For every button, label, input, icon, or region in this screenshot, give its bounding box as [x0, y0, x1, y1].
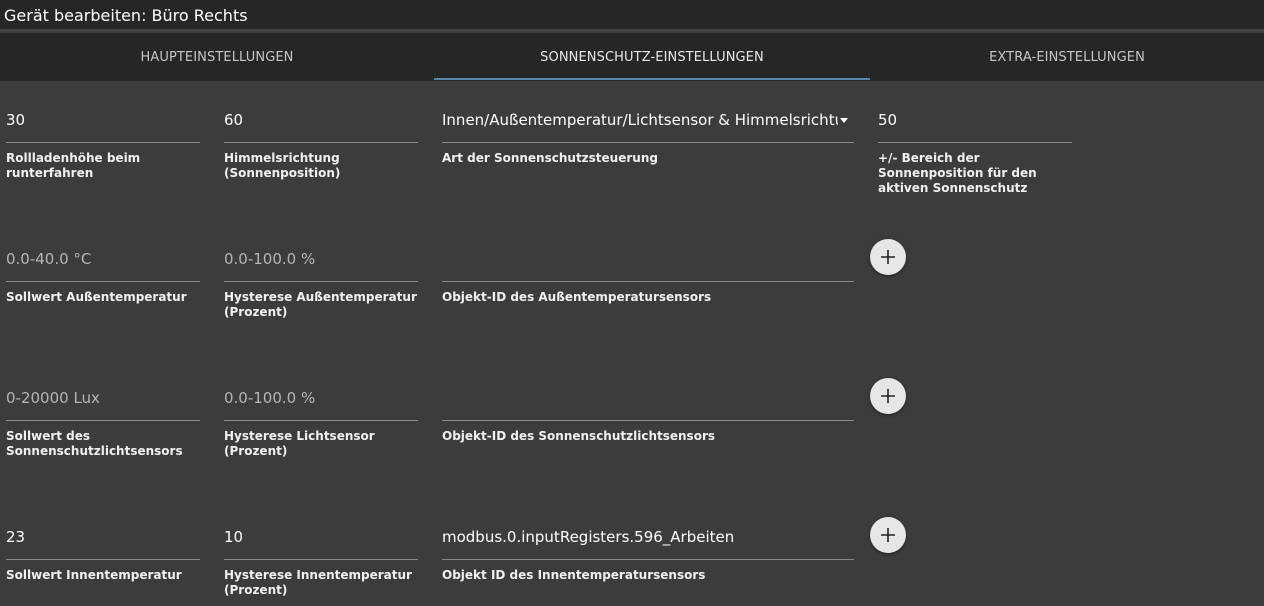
input-underline [878, 142, 1072, 143]
active-tab-indicator [434, 78, 870, 80]
input-underline [224, 281, 418, 282]
title-bar: Gerät bearbeiten: Büro Rechts [0, 0, 1264, 31]
hysterese-innentemperatur-input[interactable]: 10 [224, 523, 418, 551]
himmelsrichtung-field[interactable]: 60 Himmelsrichtung (Sonnenposition) [224, 106, 418, 186]
sollwert-lichtsensor-input[interactable]: 0-20000 Lux [6, 384, 200, 412]
input-underline [6, 420, 200, 421]
input-underline [6, 142, 200, 143]
hysterese-aussentemperatur-label: Hysterese Außentemperatur (Prozent) [224, 290, 417, 319]
input-underline [6, 559, 200, 560]
sonnenschutzsteuerung-field[interactable]: Innen/Außentemperatur/Lichtsensor & Himm… [442, 106, 854, 186]
sonnenschutzsteuerung-label: Art der Sonnenschutzsteuerung [442, 151, 658, 165]
lichtsensor-id-field[interactable]: Objekt-ID des Sonnenschutzlichtsensors [442, 384, 854, 464]
tab-sonnenschutz-einstellungen[interactable]: SONNENSCHUTZ-EINSTELLUNGEN [434, 33, 870, 81]
input-underline [224, 559, 418, 560]
himmelsrichtung-input[interactable]: 60 [224, 106, 418, 134]
plus-icon [881, 250, 895, 264]
input-underline [442, 142, 854, 143]
aussentemperatursensor-id-label: Objekt-ID des Außentemperatursensors [442, 290, 712, 304]
dialog-title: Gerät bearbeiten: Büro Rechts [4, 6, 248, 25]
rollladenhoehe-input[interactable]: 30 [6, 106, 200, 134]
hysterese-innentemperatur-label: Hysterese Innentemperatur (Prozent) [224, 568, 412, 597]
hysterese-lichtsensor-input[interactable]: 0.0-100.0 % [224, 384, 418, 412]
caret-down-icon[interactable] [840, 118, 848, 123]
hysterese-lichtsensor-field[interactable]: 0.0-100.0 % Hysterese Lichtsensor (Proze… [224, 384, 418, 464]
innentemperatursensor-id-input[interactable]: modbus.0.inputRegisters.596_Arbeiten [442, 523, 854, 551]
input-underline [224, 142, 418, 143]
input-underline [442, 420, 854, 421]
input-underline [442, 281, 854, 282]
plus-icon [881, 528, 895, 542]
input-underline [442, 559, 854, 560]
add-lichtsensor-button[interactable] [870, 378, 906, 414]
hysterese-aussentemperatur-input[interactable]: 0.0-100.0 % [224, 245, 418, 273]
sollwert-aussentemperatur-field[interactable]: 0.0-40.0 °C Sollwert Außentemperatur [6, 245, 200, 325]
tab-extra-einstellungen[interactable]: EXTRA-EINSTELLUNGEN [870, 33, 1264, 81]
tab-bar: HAUPTEINSTELLUNGEN SONNENSCHUTZ-EINSTELL… [0, 33, 1264, 81]
input-underline [6, 281, 200, 282]
sollwert-aussentemperatur-input[interactable]: 0.0-40.0 °C [6, 245, 200, 273]
input-underline [224, 420, 418, 421]
plus-icon [881, 389, 895, 403]
himmelsrichtung-label: Himmelsrichtung (Sonnenposition) [224, 151, 341, 180]
sollwert-lichtsensor-field[interactable]: 0-20000 Lux Sollwert des Sonnenschutzlic… [6, 384, 200, 464]
tab-haupteinstellungen[interactable]: HAUPTEINSTELLUNGEN [0, 33, 434, 81]
hysterese-innentemperatur-field[interactable]: 10 Hysterese Innentemperatur (Prozent) [224, 523, 418, 603]
sollwert-innentemperatur-input[interactable]: 23 [6, 523, 200, 551]
innentemperatursensor-id-field[interactable]: modbus.0.inputRegisters.596_Arbeiten Obj… [442, 523, 854, 603]
lichtsensor-id-input[interactable] [442, 384, 854, 412]
innentemperatursensor-id-label: Objekt ID des Innentemperatursensors [442, 568, 706, 582]
sollwert-aussentemperatur-label: Sollwert Außentemperatur [6, 290, 187, 304]
sonnenschutzsteuerung-select[interactable]: Innen/Außentemperatur/Lichtsensor & Himm… [442, 106, 838, 134]
rollladenhoehe-field[interactable]: 30 Rollladenhöhe beim runterfahren [6, 106, 200, 186]
sonnenposition-bereich-input[interactable]: 50 [878, 106, 1072, 134]
hysterese-lichtsensor-label: Hysterese Lichtsensor (Prozent) [224, 429, 375, 458]
add-innentemperatursensor-button[interactable] [870, 517, 906, 553]
sonnenposition-bereich-field[interactable]: 50 +/- Bereich der Sonnenposition für de… [878, 106, 1072, 195]
hysterese-aussentemperatur-field[interactable]: 0.0-100.0 % Hysterese Außentemperatur (P… [224, 245, 418, 325]
lichtsensor-id-label: Objekt-ID des Sonnenschutzlichtsensors [442, 429, 715, 443]
sollwert-innentemperatur-label: Sollwert Innentemperatur [6, 568, 182, 582]
add-aussentemperatursensor-button[interactable] [870, 239, 906, 275]
aussentemperatursensor-id-input[interactable] [442, 245, 854, 273]
sollwert-lichtsensor-label: Sollwert des Sonnenschutzlichtsensors [6, 429, 183, 458]
rollladenhoehe-label: Rollladenhöhe beim runterfahren [6, 151, 141, 180]
sollwert-innentemperatur-field[interactable]: 23 Sollwert Innentemperatur [6, 523, 200, 603]
sonnenposition-bereich-label: +/- Bereich der Sonnenposition für den a… [878, 151, 1037, 195]
aussentemperatursensor-id-field[interactable]: Objekt-ID des Außentemperatursensors [442, 245, 854, 325]
